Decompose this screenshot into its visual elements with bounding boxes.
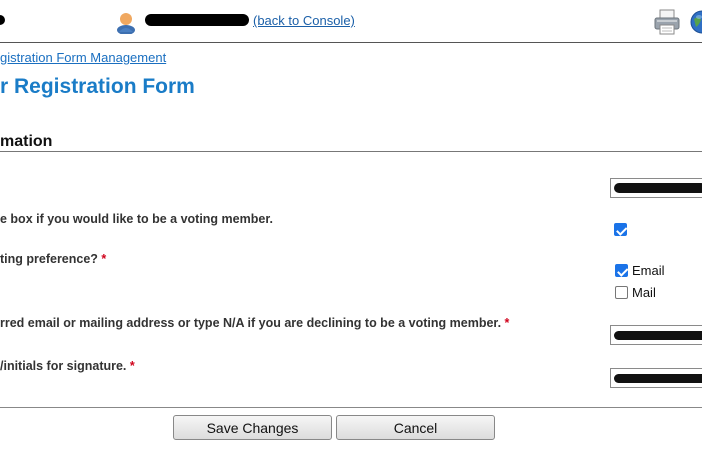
required-asterisk: *: [101, 252, 107, 266]
required-asterisk: *: [129, 359, 135, 373]
redacted-text-fragment: [0, 15, 5, 25]
redacted-field-value: [614, 331, 702, 340]
redacted-field-value: [614, 374, 702, 383]
top-bar: (back to Console): [0, 0, 702, 42]
preferred-address-question: rred email or mailing address or type N/…: [0, 316, 509, 330]
save-changes-button[interactable]: Save Changes: [173, 415, 332, 440]
voting-member-question: e box if you would like to be a voting m…: [0, 212, 273, 226]
globe-icon[interactable]: [690, 9, 702, 35]
question-label: rred email or mailing address or type N/…: [0, 316, 502, 330]
page-title: r Registration Form: [0, 75, 195, 98]
signature-initials-question: /initials for signature. *: [0, 359, 135, 373]
required-asterisk: *: [504, 316, 510, 330]
breadcrumb-registration-form-management[interactable]: gistration Form Management: [0, 50, 166, 65]
footer-divider: [0, 407, 702, 408]
back-to-console-link[interactable]: (back to Console): [253, 13, 355, 28]
signature-initials-field[interactable]: [610, 368, 702, 388]
section-divider: [0, 151, 702, 152]
question-label: /initials for signature.: [0, 359, 127, 373]
question-label: e box if you would like to be a voting m…: [0, 212, 273, 226]
mail-option-label[interactable]: Mail: [632, 285, 656, 300]
question-label: ting preference?: [0, 252, 98, 266]
printer-icon[interactable]: [654, 8, 680, 36]
voting-preference-question: ting preference? *: [0, 252, 106, 266]
email-option-label[interactable]: Email: [632, 263, 665, 278]
cancel-button[interactable]: Cancel: [336, 415, 495, 440]
top-divider: [0, 42, 702, 43]
redacted-field-value: [614, 183, 702, 193]
section-title: mation: [0, 133, 53, 150]
voting-member-checkbox[interactable]: [614, 223, 627, 236]
preferred-address-field[interactable]: [610, 325, 702, 345]
email-checkbox[interactable]: [615, 264, 628, 277]
mail-checkbox[interactable]: [615, 286, 628, 299]
redacted-username: [145, 14, 249, 26]
user-avatar-icon: [116, 10, 136, 35]
name-field[interactable]: [610, 178, 702, 198]
